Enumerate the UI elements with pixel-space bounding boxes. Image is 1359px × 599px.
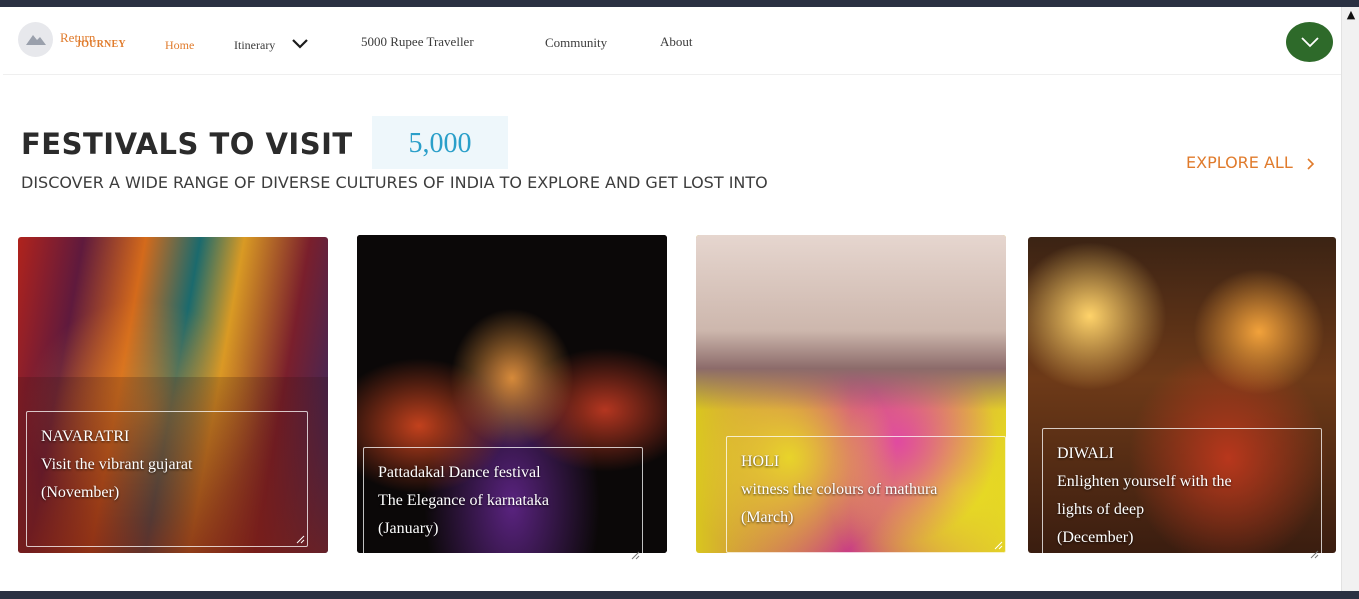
resize-handle-icon[interactable]: [1310, 550, 1319, 559]
menu-chevron-icon: [1301, 37, 1319, 48]
caption-box[interactable]: NAVARATRI Visit the vibrant gujarat (Nov…: [26, 411, 308, 547]
festival-card-holi[interactable]: HOLI witness the colours of mathura (Mar…: [696, 235, 1006, 553]
nav-home-link[interactable]: Home: [165, 38, 194, 53]
festival-month: (November): [41, 484, 120, 501]
page: Return JOURNEY Home Itinerary 5000 Rupee…: [3, 7, 1341, 591]
menu-toggle-button[interactable]: [1286, 22, 1333, 62]
festival-tagline: The Elegance of karnataka: [378, 492, 550, 509]
festival-name: HOLI: [741, 453, 780, 470]
caption-box[interactable]: HOLI witness the colours of mathura (Mar…: [726, 436, 1006, 553]
logo-text-journey[interactable]: JOURNEY: [76, 39, 126, 50]
window-top-bar: [0, 0, 1359, 7]
nav-5000-rupee-traveller-link[interactable]: 5000 Rupee Traveller: [361, 34, 474, 50]
festival-month: (December): [1057, 529, 1134, 546]
nav-itinerary-link[interactable]: Itinerary: [234, 38, 275, 53]
festival-tagline: Visit the vibrant gujarat: [41, 456, 193, 473]
window-bottom-bar: [0, 591, 1359, 599]
nav-community-link[interactable]: Community: [545, 35, 607, 51]
counter-box: 5,000: [372, 116, 508, 169]
chevron-down-icon[interactable]: [291, 38, 309, 50]
festival-name: NAVARATRI: [41, 428, 130, 445]
festival-name: DIWALI: [1057, 445, 1114, 462]
festival-month: (March): [741, 509, 794, 526]
caption-box[interactable]: Pattadakal Dance festival The Elegance o…: [363, 447, 643, 563]
festival-card-navaratri[interactable]: NAVARATRI Visit the vibrant gujarat (Nov…: [18, 237, 328, 553]
navbar: Return JOURNEY Home Itinerary 5000 Rupee…: [3, 7, 1341, 75]
festival-tagline-2: lights of deep: [1057, 501, 1145, 518]
caption-box[interactable]: DIWALI Enlighten yourself with the light…: [1042, 428, 1322, 562]
mountain-logo-icon: [26, 35, 46, 45]
counter-value: 5,000: [408, 128, 472, 159]
logo[interactable]: [18, 22, 53, 57]
festival-month: (January): [378, 520, 439, 537]
explore-all-link[interactable]: EXPLORE ALL: [1186, 153, 1293, 172]
nav-about-link[interactable]: About: [660, 34, 693, 50]
chevron-right-icon[interactable]: [1306, 157, 1316, 171]
section-title: FESTIVALS TO VISIT: [21, 127, 353, 161]
section-subtitle: DISCOVER A WIDE RANGE OF DIVERSE CULTURE…: [21, 173, 768, 192]
vertical-scrollbar[interactable]: ▲: [1341, 7, 1359, 591]
resize-handle-icon[interactable]: [631, 551, 640, 560]
festival-tagline: Enlighten yourself with the: [1057, 473, 1232, 490]
resize-handle-icon[interactable]: [994, 541, 1003, 550]
scroll-up-arrow-icon[interactable]: ▲: [1345, 9, 1357, 21]
festival-tagline: witness the colours of mathura: [741, 481, 938, 498]
festival-name: Pattadakal Dance festival: [378, 464, 541, 481]
resize-handle-icon[interactable]: [296, 535, 305, 544]
